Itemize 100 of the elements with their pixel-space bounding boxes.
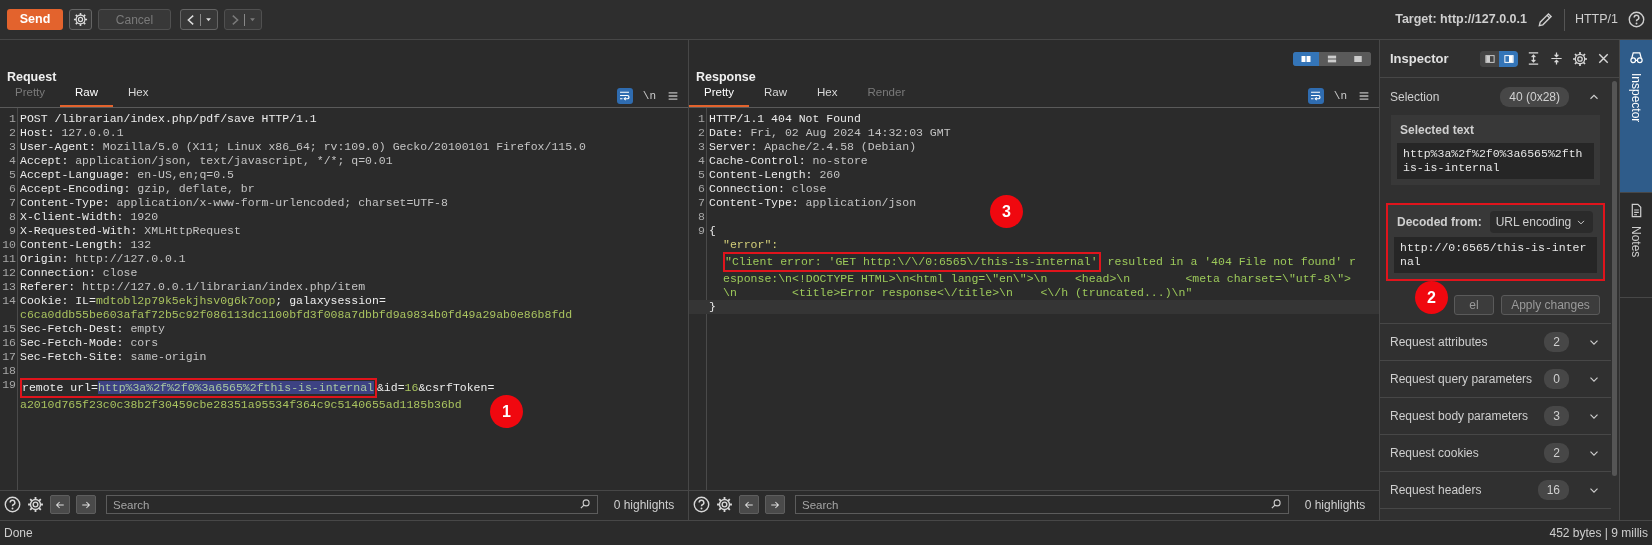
code-text: Referer:: [20, 280, 76, 293]
rows-icon: [1326, 53, 1338, 65]
count-badge: 2: [1544, 332, 1569, 352]
newline-toggle[interactable]: \n: [1333, 87, 1347, 104]
code-text: Accept-Encoding:: [20, 182, 131, 195]
line-number: 15: [1, 322, 17, 336]
code-text: Accept-Language:: [20, 168, 131, 181]
help-icon[interactable]: [1628, 11, 1645, 28]
section-row[interactable]: Request query parameters 0: [1380, 361, 1611, 398]
expand-icon[interactable]: [1526, 51, 1541, 66]
header-value: close: [790, 182, 827, 195]
protocol-label[interactable]: HTTP/1: [1574, 10, 1618, 29]
help-icon[interactable]: [693, 496, 710, 513]
encoding-dropdown[interactable]: URL encoding: [1489, 211, 1594, 233]
previous-button[interactable]: [739, 495, 759, 514]
code-text: Cookie: IL=: [20, 294, 96, 307]
line-number: 5: [697, 168, 706, 182]
param-value: mdtobl2p79k5ekjhsv0g6k7oop: [95, 294, 276, 307]
glasses-icon: [1628, 50, 1644, 65]
line-number: 17: [1, 350, 17, 364]
header-value: 132: [129, 238, 152, 251]
code-text: Accept:: [20, 154, 69, 167]
json-string: resulted in a '404 File not found' r: [1106, 255, 1356, 268]
count-badge: 0: [1544, 369, 1569, 389]
layout-toggle[interactable]: [1499, 50, 1518, 67]
code-text: Content-Length:: [20, 238, 124, 251]
layout-toggle[interactable]: [1345, 52, 1371, 66]
line-number: 12: [1, 266, 17, 280]
cancel-button[interactable]: el: [1454, 295, 1494, 315]
code-text: Content-Length:: [709, 168, 813, 181]
section-label: Request attributes: [1390, 334, 1488, 351]
header-value: XMLHttpRequest: [143, 224, 241, 237]
help-icon[interactable]: [4, 496, 21, 513]
json-string: \n <title>Error response<\/title>\n <\/h (truncated...)\n": [723, 286, 1193, 299]
code-text: Sec-Fetch-Site:: [20, 350, 124, 363]
step-marker: 3: [990, 195, 1023, 228]
apply-button[interactable]: Apply changes: [1501, 295, 1600, 315]
line-number: 6: [697, 182, 706, 196]
close-icon[interactable]: [1596, 51, 1611, 66]
settings-icon[interactable]: [1572, 50, 1588, 67]
view-tab[interactable]: Hex: [802, 83, 853, 107]
section-row[interactable]: Request attributes 2: [1380, 324, 1611, 361]
section-label: Request query parameters: [1390, 371, 1533, 388]
search-field[interactable]: Search: [795, 495, 1289, 514]
back-button[interactable]: [180, 9, 218, 30]
scrollbar[interactable]: [1612, 81, 1617, 476]
param-value: a2010d765f23c0c38b2f30459cbe28351a95534f364c9c5140655ad1185b36bd: [20, 398, 462, 411]
settings-icon: [73, 12, 88, 27]
code-text: HTTP/1.1 404 Not Found: [709, 112, 861, 125]
decoded-value: http://0:6565/this-is-internal: [1394, 237, 1597, 273]
code-text: Content-Type:: [20, 196, 110, 209]
line-number: 10: [1, 238, 17, 252]
highlights-count: 0 highlights: [1303, 496, 1367, 514]
wrap-icon: [618, 89, 632, 103]
section-row[interactable]: Request headers 16: [1380, 472, 1611, 509]
json-string: "Client error: 'GET http:\/\/0:6565\/this-is-internal': [725, 255, 1098, 268]
view-tab[interactable]: Raw: [749, 83, 803, 107]
panel-title: Response: [695, 69, 757, 86]
previous-button[interactable]: [50, 495, 70, 514]
settings-icon[interactable]: [27, 496, 44, 513]
code-text: Date:: [709, 126, 744, 139]
count-badge: 40 (0x28): [1500, 86, 1569, 107]
pencil-icon[interactable]: [1536, 11, 1554, 28]
view-tab[interactable]: Raw: [60, 83, 114, 107]
search-icon: [1270, 498, 1282, 510]
line-number: 7: [8, 196, 17, 210]
next-button[interactable]: [765, 495, 785, 514]
wrap-toggle[interactable]: [1307, 87, 1324, 104]
next-button[interactable]: [76, 495, 96, 514]
code-text: {: [709, 224, 716, 237]
section-row[interactable]: Selection 40 (0x28): [1380, 78, 1611, 115]
view-tab[interactable]: Hex: [113, 83, 164, 107]
layout-toggle[interactable]: [1319, 52, 1345, 66]
panel-icon: [1502, 52, 1515, 65]
panel-title: Request: [6, 69, 58, 86]
code-text: }: [709, 300, 716, 313]
collapse-icon[interactable]: [1549, 51, 1564, 66]
newline-toggle[interactable]: \n: [642, 87, 656, 104]
side-tab[interactable]: Notes: [1620, 193, 1652, 298]
section-row[interactable]: Request body parameters 3: [1380, 398, 1611, 435]
header-value: Fri, 02 Aug 2024 14:32:03 GMT: [749, 126, 951, 139]
search-field[interactable]: Search: [106, 495, 598, 514]
settings-button[interactable]: [69, 9, 92, 30]
line-number: 14: [1, 294, 17, 308]
section-row[interactable]: Request cookies 2: [1380, 435, 1611, 472]
line-number: 9: [697, 224, 706, 238]
line-number: 5: [8, 168, 17, 182]
header-value: same-origin: [129, 350, 207, 363]
line-number: 11: [1, 252, 17, 266]
view-tab[interactable]: Pretty: [689, 83, 750, 107]
card-title: Selected text: [1400, 122, 1475, 139]
layout-toggle[interactable]: [1293, 52, 1319, 66]
settings-icon[interactable]: [716, 496, 733, 513]
code-text: &id=: [376, 381, 405, 394]
line-number: 9: [8, 224, 17, 238]
side-tab[interactable]: Inspector: [1620, 40, 1652, 193]
line-number: 2: [8, 126, 17, 140]
wrap-toggle[interactable]: [616, 87, 633, 104]
header-value: 127.0.0.1: [60, 126, 124, 139]
header-value: cors: [129, 336, 159, 349]
